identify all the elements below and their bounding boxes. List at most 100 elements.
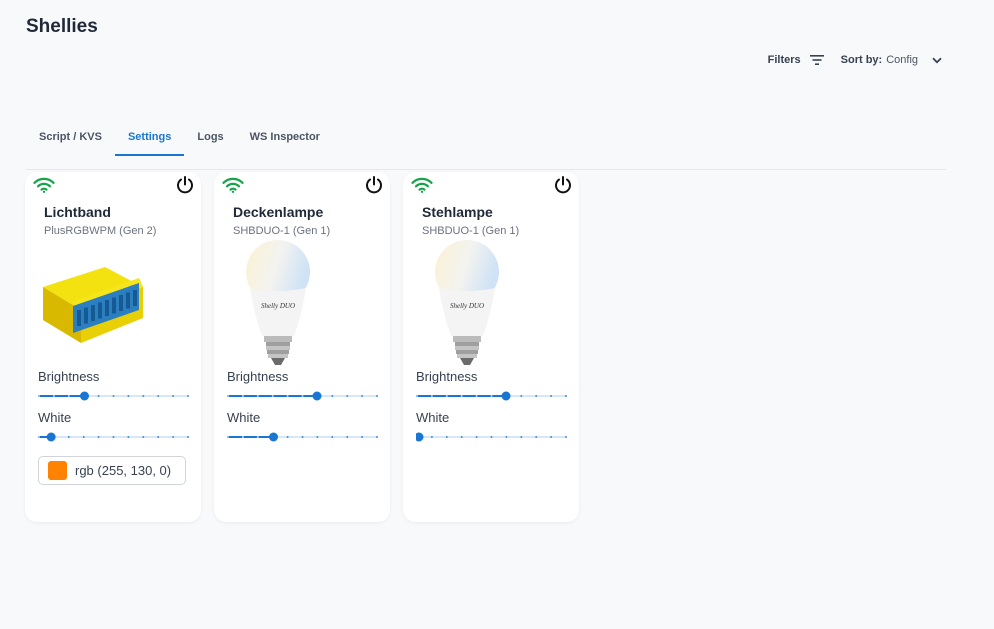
slider-thumb bbox=[269, 432, 278, 442]
page-title: Shellies bbox=[26, 16, 98, 37]
rgbw-module-image bbox=[43, 267, 143, 343]
slider-tick bbox=[445, 395, 448, 397]
slider-tick bbox=[430, 395, 433, 397]
slider-tick bbox=[142, 436, 145, 438]
slider-tick bbox=[172, 395, 175, 397]
brightness-slider[interactable] bbox=[416, 390, 567, 402]
toolbar: Filters Sort by: Config bbox=[768, 54, 942, 66]
duo-bulb-image: Shelly DUO bbox=[435, 240, 499, 365]
device-name: Lichtband bbox=[44, 204, 111, 220]
slider-tick bbox=[227, 395, 229, 397]
slider-tick bbox=[376, 436, 378, 438]
slider-tick bbox=[301, 395, 304, 397]
sort-by-value: Config bbox=[886, 54, 918, 66]
slider-tick bbox=[520, 436, 523, 438]
tab-ws-inspector[interactable]: WS Inspector bbox=[237, 124, 333, 156]
white-slider[interactable] bbox=[227, 431, 378, 443]
slider-thumb bbox=[312, 391, 322, 401]
brightness-label: Brightness bbox=[227, 369, 289, 384]
power-icon[interactable] bbox=[175, 175, 195, 195]
slider-tick bbox=[331, 436, 334, 438]
device-model: SHBDUO-1 (Gen 1) bbox=[233, 225, 331, 237]
slider-tick bbox=[286, 395, 289, 397]
brightness-slider[interactable] bbox=[38, 390, 189, 402]
device-card-deckenlampe: Deckenlampe SHBDUO-1 (Gen 1) Shelly DUO … bbox=[214, 172, 390, 522]
slider-tick bbox=[172, 436, 175, 438]
slider-tick bbox=[535, 395, 538, 397]
slider-tick bbox=[490, 436, 493, 438]
slider-tick bbox=[187, 395, 189, 397]
slider-thumb bbox=[501, 391, 511, 401]
rgb-color-picker[interactable]: rgb (255, 130, 0) bbox=[38, 456, 186, 485]
brightness-label: Brightness bbox=[416, 369, 478, 384]
slider-tick bbox=[67, 395, 70, 397]
white-label: White bbox=[38, 410, 72, 425]
wifi-icon bbox=[411, 177, 433, 193]
slider-tick bbox=[38, 436, 40, 438]
device-card-lichtband: Lichtband PlusRGBWPM (Gen 2) Brightness … bbox=[25, 172, 201, 522]
slider-tick bbox=[38, 395, 40, 397]
chevron-down-icon bbox=[932, 57, 942, 63]
duo-bulb-image: Shelly DUO bbox=[246, 240, 310, 365]
device-model: SHBDUO-1 (Gen 1) bbox=[422, 225, 520, 237]
slider-thumb bbox=[80, 391, 89, 401]
slider-tick bbox=[67, 436, 70, 438]
slider-tick bbox=[127, 436, 130, 438]
tab-bar: Script / KVS Settings Logs WS Inspector bbox=[26, 124, 946, 170]
tab-logs[interactable]: Logs bbox=[184, 124, 236, 156]
slider-tick bbox=[430, 436, 433, 438]
slider-tick bbox=[271, 395, 274, 397]
slider-tick bbox=[241, 395, 244, 397]
sort-by-label: Sort by: bbox=[840, 54, 883, 66]
filters-label: Filters bbox=[767, 54, 801, 66]
rgb-value: rgb (255, 130, 0) bbox=[75, 463, 172, 478]
svg-text:Shelly DUO: Shelly DUO bbox=[261, 302, 295, 310]
slider-thumb bbox=[46, 432, 56, 442]
slider-tick bbox=[535, 436, 538, 438]
slider-tick bbox=[157, 395, 160, 397]
slider-tick bbox=[346, 436, 349, 438]
slider-tick bbox=[187, 436, 189, 438]
slider-tick bbox=[97, 395, 100, 397]
slider-tick bbox=[82, 436, 85, 438]
power-icon[interactable] bbox=[553, 175, 573, 195]
slider-thumb bbox=[416, 432, 424, 442]
slider-tick bbox=[241, 436, 244, 438]
svg-text:Shelly DUO: Shelly DUO bbox=[450, 302, 484, 310]
white-slider[interactable] bbox=[416, 431, 567, 443]
slider-tick bbox=[52, 395, 55, 397]
slider-tick bbox=[565, 395, 567, 397]
wifi-icon bbox=[222, 177, 244, 193]
white-label: White bbox=[227, 410, 261, 425]
slider-tick bbox=[550, 436, 553, 438]
slider-tick bbox=[301, 436, 304, 438]
slider-tick bbox=[376, 395, 378, 397]
color-swatch bbox=[48, 461, 67, 480]
slider-tick bbox=[256, 436, 259, 438]
white-slider[interactable] bbox=[38, 431, 189, 443]
tab-settings[interactable]: Settings bbox=[114, 124, 185, 156]
slider-tick bbox=[112, 436, 115, 438]
slider-tick bbox=[316, 436, 319, 438]
slider-tick bbox=[416, 395, 418, 397]
slider-tick bbox=[127, 395, 130, 397]
slider-tick bbox=[361, 436, 364, 438]
filters-button[interactable]: Filters bbox=[768, 54, 825, 66]
slider-tick bbox=[227, 436, 229, 438]
slider-tick bbox=[445, 436, 448, 438]
slider-tick bbox=[286, 436, 289, 438]
brightness-slider[interactable] bbox=[227, 390, 378, 402]
slider-tick bbox=[112, 395, 115, 397]
device-model: PlusRGBWPM (Gen 2) bbox=[44, 225, 157, 237]
slider-tick bbox=[460, 436, 463, 438]
sort-by-dropdown[interactable]: Sort by: Config bbox=[841, 54, 942, 66]
slider-tick bbox=[346, 395, 349, 397]
device-name: Deckenlampe bbox=[233, 204, 324, 220]
wifi-icon bbox=[33, 177, 55, 193]
slider-tick bbox=[460, 395, 463, 397]
tab-script-kvs[interactable]: Script / KVS bbox=[26, 124, 115, 156]
slider-tick bbox=[565, 436, 567, 438]
power-icon[interactable] bbox=[364, 175, 384, 195]
slider-tick bbox=[142, 395, 145, 397]
slider-tick bbox=[331, 395, 334, 397]
